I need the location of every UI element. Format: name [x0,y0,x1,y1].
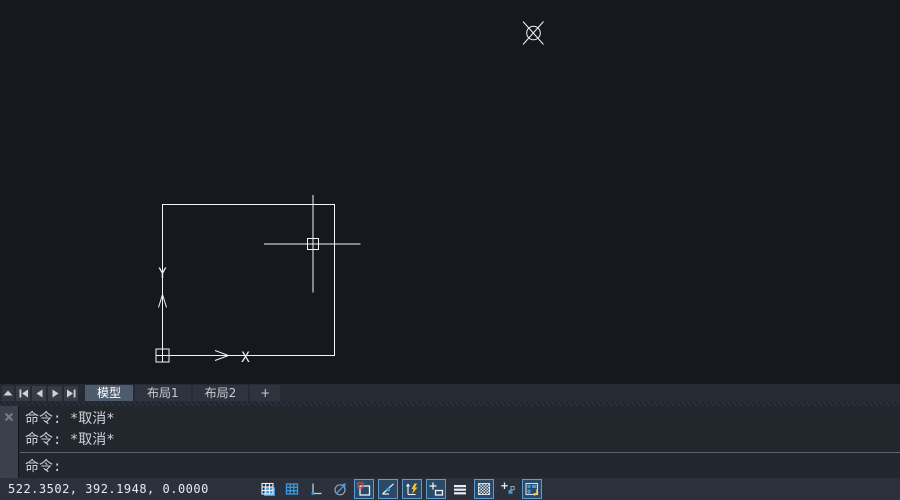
ucs-y-label: Y [158,266,167,282]
view-reference-icon [523,22,544,45]
next-tab-button[interactable] [48,386,62,401]
object-snap-icon [356,481,372,497]
snap-mode-toggle[interactable] [258,479,278,499]
tab-model[interactable]: 模型 [85,385,133,401]
quick-properties-icon [500,481,516,497]
status-bar: 522.3502, 392.1948, 0.0000 [0,478,900,500]
command-history-line: 命令: *取消* [25,409,900,430]
first-tab-button[interactable] [16,386,30,401]
command-line-panel: 命令: *取消* 命令: *取消* 命令: [0,402,900,478]
status-toggle-group [258,479,542,499]
selection-cycling-icon [524,481,540,497]
close-icon [4,412,14,422]
last-page-icon [65,387,78,400]
selection-cycling-toggle[interactable] [522,479,542,499]
command-panel-grip[interactable] [0,406,19,478]
quick-properties-toggle[interactable] [498,479,518,499]
transparency-icon [476,481,492,497]
snap-tracking-icon [380,481,396,497]
cad-application: Y X [0,0,900,500]
dynamic-input-icon [428,481,444,497]
layout-tab-bar: 模型 布局1 布局2 + [0,384,900,402]
ortho-mode-toggle[interactable] [306,479,326,499]
command-prompt: 命令: [25,459,61,475]
crosshair-cursor [264,195,361,293]
dynamic-ucs-toggle[interactable] [402,479,422,499]
tab-layout2[interactable]: 布局2 [193,385,249,401]
snap-grid-icon [260,481,276,497]
close-command-panel-button[interactable] [4,410,14,420]
dynamic-ucs-icon [404,481,420,497]
tab-new-layout[interactable]: + [250,385,280,401]
last-tab-button[interactable] [64,386,78,401]
coordinates-readout[interactable]: 522.3502, 392.1948, 0.0000 [8,478,209,500]
dynamic-input-toggle[interactable] [426,479,446,499]
first-page-icon [17,387,30,400]
transparency-toggle[interactable] [474,479,494,499]
drawing-canvas[interactable]: Y X [0,0,900,384]
tab-layout1[interactable]: 布局1 [135,385,191,401]
polar-tracking-toggle[interactable] [330,479,350,499]
lineweight-icon [452,481,468,497]
drawn-rectangle[interactable] [163,205,335,356]
chevron-left-icon [33,387,46,400]
ucs-icon: Y X [156,266,250,366]
command-text-area: 命令: *取消* 命令: *取消* 命令: [19,406,900,478]
object-snap-tracking-toggle[interactable] [378,479,398,499]
grid-icon [284,481,300,497]
command-input-row[interactable]: 命令: [19,453,900,478]
ortho-icon [308,481,324,497]
ucs-x-label: X [241,350,250,366]
lineweight-display-toggle[interactable] [450,479,470,499]
object-snap-toggle[interactable] [354,479,374,499]
previous-tab-button[interactable] [32,386,46,401]
triangle-up-icon [2,387,14,399]
expand-tabs-button[interactable] [2,386,14,401]
polar-tracking-icon [332,481,348,497]
command-history-line: 命令: *取消* [25,430,900,451]
command-history[interactable]: 命令: *取消* 命令: *取消* [19,406,900,452]
grid-display-toggle[interactable] [282,479,302,499]
chevron-right-icon [49,387,62,400]
